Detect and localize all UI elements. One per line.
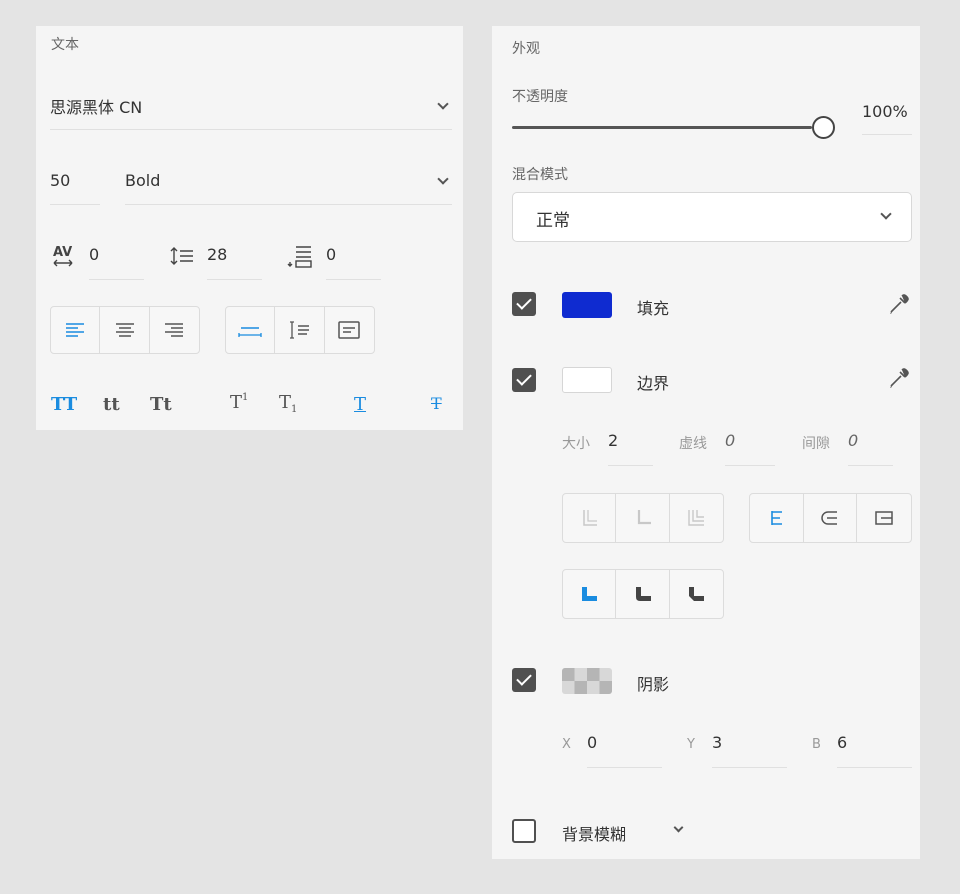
font-family-select[interactable]: 思源黑体 CN: [50, 94, 452, 124]
stroke-outside-button[interactable]: [670, 494, 723, 542]
subscript-letter: T: [279, 392, 292, 413]
line-spacing-input[interactable]: 28: [207, 245, 227, 264]
char-spacing-icon: AV: [51, 243, 77, 269]
fixed-size-icon: [338, 321, 361, 339]
background-blur-label[interactable]: 背景模糊: [562, 821, 626, 845]
text-section-title: 文本: [51, 37, 79, 53]
stroke-position-group: [562, 493, 724, 543]
opacity-value[interactable]: 100%: [862, 102, 908, 121]
char-spacing-input[interactable]: 0: [89, 245, 99, 264]
shadow-preview-icon[interactable]: [562, 668, 612, 694]
superscript-mark: 1: [242, 392, 249, 403]
font-weight-select[interactable]: Bold: [125, 171, 160, 190]
svg-text:AV: AV: [53, 245, 72, 260]
stroke-outside-icon: [688, 510, 705, 526]
cap-round-button[interactable]: [804, 494, 858, 542]
blend-mode-label: 混合模式: [512, 167, 568, 183]
border-eyedropper-icon[interactable]: [887, 366, 911, 394]
opacity-slider-thumb[interactable]: [812, 116, 835, 139]
fill-label: 填充: [637, 299, 670, 318]
border-size-input[interactable]: 2: [608, 431, 618, 450]
cap-butt-icon: [771, 511, 783, 525]
align-left-button[interactable]: [51, 307, 101, 353]
join-miter-icon: [582, 587, 598, 601]
stroke-inside-icon: [583, 510, 598, 526]
fill-checkbox[interactable]: [512, 292, 536, 316]
align-right-icon: [165, 323, 184, 337]
join-bevel-icon: [689, 587, 705, 601]
stroke-inside-button[interactable]: [563, 494, 617, 542]
line-join-group: [562, 569, 724, 619]
shadow-x-label: X: [562, 737, 571, 752]
shadow-checkbox[interactable]: [512, 668, 536, 692]
border-dash-input[interactable]: 0: [725, 431, 735, 450]
cap-square-button[interactable]: [857, 494, 911, 542]
paragraph-spacing-icon: [287, 243, 313, 269]
titlecase-button[interactable]: Tt: [150, 394, 172, 415]
border-gap-input[interactable]: 0: [848, 431, 858, 450]
lowercase-button[interactable]: tt: [103, 394, 120, 415]
shadow-b-input[interactable]: 6: [837, 733, 847, 752]
shadow-label: 阴影: [637, 675, 670, 694]
join-round-button[interactable]: [616, 570, 670, 618]
background-blur-chevron-down-icon[interactable]: [673, 822, 684, 833]
align-center-icon: [115, 323, 134, 337]
font-size-input[interactable]: 50: [50, 171, 70, 190]
text-box-mode-group: [225, 306, 375, 354]
blend-mode-value: 正常: [536, 211, 570, 231]
blend-mode-select[interactable]: 正常: [512, 192, 912, 242]
border-color-swatch[interactable]: [562, 367, 612, 393]
auto-width-button[interactable]: [226, 307, 276, 353]
line-cap-group: [749, 493, 912, 543]
align-left-icon: [66, 323, 85, 337]
border-dash-label: 虚线: [679, 436, 707, 452]
strikethrough-button[interactable]: T: [431, 394, 442, 413]
cap-round-icon: [821, 511, 837, 525]
fixed-size-button[interactable]: [325, 307, 374, 353]
font-family-value: 思源黑体 CN: [50, 98, 143, 117]
auto-width-icon: [238, 327, 262, 337]
shadow-x-input[interactable]: 0: [587, 733, 597, 752]
cap-square-icon: [875, 511, 893, 525]
blend-mode-chevron-down-icon: [880, 208, 892, 220]
appearance-panel: 外观 不透明度 100% 混合模式 正常 填充 边界 大小 2 虚线 0 间隙 …: [492, 26, 920, 859]
subscript-button[interactable]: T1: [279, 392, 297, 415]
line-spacing-icon: [169, 245, 195, 267]
border-size-label: 大小: [562, 436, 590, 452]
align-center-button[interactable]: [100, 307, 150, 353]
background-blur-checkbox[interactable]: [512, 819, 536, 843]
opacity-label: 不透明度: [512, 89, 568, 105]
superscript-letter: T: [230, 392, 243, 413]
cap-butt-button[interactable]: [750, 494, 804, 542]
border-gap-label: 间隙: [802, 436, 830, 452]
shadow-y-input[interactable]: 3: [712, 733, 722, 752]
subscript-mark: 1: [291, 404, 298, 416]
text-align-group: [50, 306, 200, 354]
auto-height-button[interactable]: [275, 307, 325, 353]
font-weight-chevron-down-icon[interactable]: [437, 173, 449, 185]
join-miter-button[interactable]: [563, 570, 617, 618]
auto-height-icon: [289, 321, 309, 339]
stroke-center-button[interactable]: [616, 494, 670, 542]
fill-eyedropper-icon[interactable]: [887, 292, 911, 320]
border-label: 边界: [637, 374, 670, 393]
opacity-slider-track[interactable]: [512, 126, 812, 129]
text-panel: 文本 思源黑体 CN 50 Bold AV 0 28 0 TT tt Tt T1…: [36, 26, 463, 430]
join-round-icon: [635, 587, 651, 601]
shadow-y-label: Y: [687, 737, 695, 752]
join-bevel-button[interactable]: [670, 570, 723, 618]
border-checkbox[interactable]: [512, 368, 536, 392]
appearance-section-title: 外观: [512, 41, 540, 57]
paragraph-spacing-input[interactable]: 0: [326, 245, 336, 264]
stroke-center-icon: [637, 510, 651, 525]
uppercase-button[interactable]: TT: [51, 394, 77, 415]
superscript-button[interactable]: T1: [230, 392, 248, 413]
align-right-button[interactable]: [150, 307, 199, 353]
fill-color-swatch[interactable]: [562, 292, 612, 318]
underline-button[interactable]: T: [354, 394, 366, 415]
shadow-b-label: B: [812, 737, 821, 752]
